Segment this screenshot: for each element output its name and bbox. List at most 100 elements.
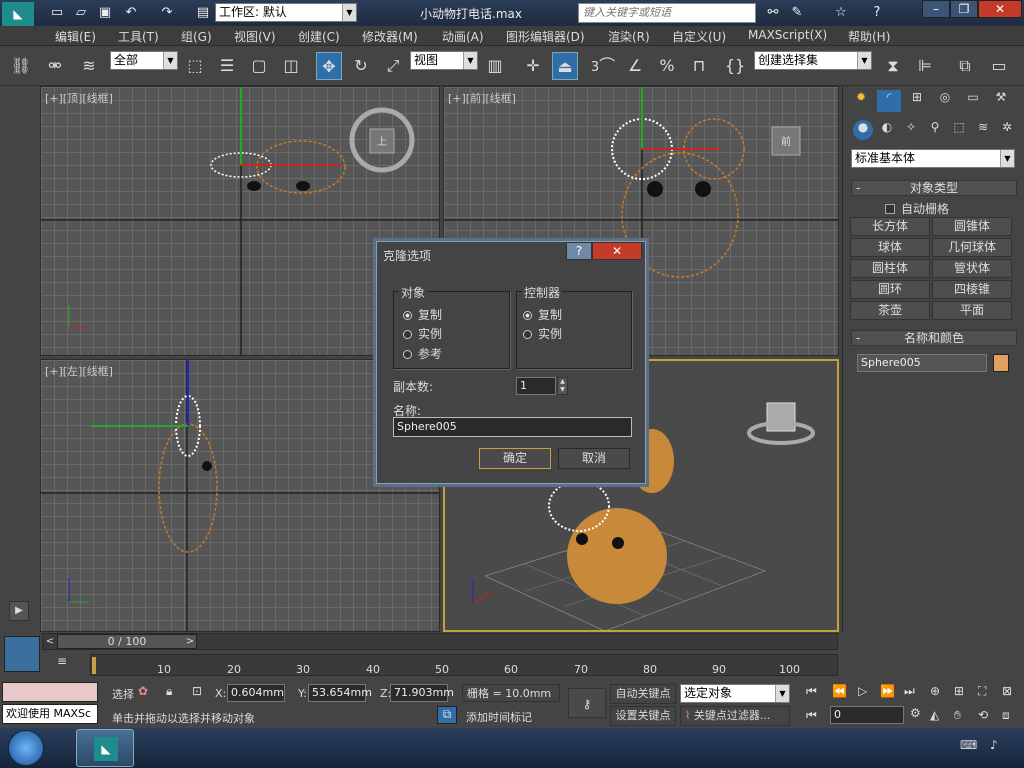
workspace-select[interactable]: 工作区: 默认 ▼ bbox=[215, 3, 357, 22]
helpers-icon[interactable]: ⬚ bbox=[949, 120, 969, 140]
selection-filter-select[interactable]: 全部 ▼ bbox=[110, 51, 178, 70]
clone-name-field[interactable]: Sphere005 bbox=[393, 417, 632, 437]
spinner-snap-icon[interactable]: ⊓ bbox=[686, 52, 712, 80]
snap-toggle-icon[interactable]: 3⌒ bbox=[590, 52, 616, 80]
binoculars-icon[interactable]: ⚯ bbox=[762, 3, 784, 23]
set-key-icon[interactable]: ⚷ bbox=[568, 688, 606, 718]
set-key-button[interactable]: 设置关键点 bbox=[610, 706, 676, 726]
viewcube-top-label[interactable]: 上 bbox=[377, 136, 387, 148]
object-instance-radio[interactable]: 实例 bbox=[403, 325, 442, 342]
isolate-selection-icon[interactable]: ✿ bbox=[138, 684, 148, 698]
track-bar[interactable]: 10 20 30 40 50 60 70 80 90 100 bbox=[90, 654, 838, 676]
select-object-icon[interactable]: ⬚ bbox=[182, 52, 208, 80]
close-window-button[interactable]: ✕ bbox=[978, 0, 1022, 18]
select-by-name-icon[interactable]: ☰ bbox=[214, 52, 240, 80]
menu-tools[interactable]: 工具(T) bbox=[118, 28, 159, 45]
time-configuration-icon[interactable]: ⚙ bbox=[910, 706, 921, 720]
undo-icon[interactable]: ↶ bbox=[120, 3, 142, 23]
orbit-icon[interactable]: ⟲ bbox=[978, 708, 988, 722]
redo-icon[interactable]: ↷ bbox=[156, 3, 178, 23]
select-manipulate-icon[interactable]: ✛ bbox=[520, 52, 546, 80]
help-icon[interactable]: ? bbox=[866, 3, 888, 23]
maxscript-mini-listener[interactable]: 欢迎使用 MAXSc bbox=[2, 704, 98, 724]
menu-animation[interactable]: 动画(A) bbox=[442, 28, 484, 45]
object-reference-radio[interactable]: 参考 bbox=[403, 345, 442, 362]
reference-coordinate-select[interactable]: 视图 ▼ bbox=[410, 51, 478, 70]
spinner-arrows-icon[interactable]: ▲ ▼ bbox=[557, 377, 568, 395]
zoom-all-icon[interactable]: ⊞ bbox=[954, 684, 964, 698]
current-frame-field[interactable]: 0 bbox=[830, 706, 904, 724]
align-icon[interactable]: ⊫ bbox=[912, 52, 938, 80]
hierarchy-tab-icon[interactable]: ⊞ bbox=[905, 90, 929, 112]
search-box[interactable]: 键入关键字或短语 bbox=[578, 3, 756, 23]
pan-view-icon[interactable]: ✋︎ bbox=[954, 708, 961, 723]
lights-icon[interactable]: ✧ bbox=[901, 120, 921, 140]
time-slider-next-icon[interactable]: > bbox=[183, 634, 197, 649]
cameras-icon[interactable]: ⚲ bbox=[925, 120, 945, 140]
create-tab-icon[interactable]: ✹ bbox=[849, 90, 873, 112]
zoom-extents-all-icon[interactable]: ⊠ bbox=[1002, 684, 1012, 698]
y-coordinate-field[interactable]: 53.654mm bbox=[308, 684, 372, 702]
shapes-icon[interactable]: ◐ bbox=[877, 120, 897, 140]
motion-tab-icon[interactable]: ◎ bbox=[933, 90, 957, 112]
pivot-center-icon[interactable]: ▥ bbox=[482, 52, 508, 80]
menu-help[interactable]: 帮助(H) bbox=[848, 28, 890, 45]
go-to-start-icon[interactable]: ⏮ bbox=[806, 684, 817, 699]
rectangular-selection-icon[interactable]: ▢ bbox=[246, 52, 272, 80]
key-filters-button[interactable]: ⌇ 关键点过滤器... bbox=[680, 706, 790, 726]
keyboard-icon[interactable]: ⌨ bbox=[960, 738, 977, 752]
menu-modifiers[interactable]: 修改器(M) bbox=[362, 28, 418, 45]
category-select[interactable]: 标准基本体 ▼ bbox=[851, 149, 1015, 168]
mirror-icon[interactable]: ⧗ bbox=[880, 52, 906, 80]
cancel-button[interactable]: 取消 bbox=[558, 448, 630, 469]
edit-named-selection-icon[interactable]: {} bbox=[722, 52, 748, 80]
graphite-ribbon-icon[interactable]: ▭ bbox=[986, 52, 1012, 80]
link-icon[interactable]: ⛓ bbox=[8, 52, 34, 80]
systems-icon[interactable]: ✲ bbox=[997, 120, 1017, 140]
favorites-icon[interactable]: ☆ bbox=[830, 3, 852, 23]
modify-tab-icon[interactable]: ◜ bbox=[877, 90, 901, 112]
absolute-mode-icon[interactable]: ⊡ bbox=[192, 684, 202, 698]
taskbar-3dsmax-icon[interactable]: ◣ bbox=[76, 729, 134, 767]
zoom-extents-icon[interactable]: ⛶ bbox=[978, 684, 986, 699]
torus-button[interactable]: 圆环 bbox=[850, 280, 930, 299]
previous-frame-icon[interactable]: ⏪ bbox=[832, 684, 847, 698]
time-slider[interactable]: < 0 / 100 > bbox=[42, 633, 838, 650]
time-tag-icon[interactable]: ⧉ bbox=[437, 706, 457, 724]
time-slider-prev-icon[interactable]: < bbox=[43, 634, 57, 649]
sphere-button[interactable]: 球体 bbox=[850, 238, 930, 257]
angle-snap-icon[interactable]: ∠ bbox=[622, 52, 648, 80]
object-type-rollout-header[interactable]: - 对象类型 bbox=[851, 180, 1017, 196]
plane-button[interactable]: 平面 bbox=[932, 301, 1012, 320]
maximize-viewport-icon[interactable]: ⧈ bbox=[1002, 708, 1010, 723]
tube-button[interactable]: 管状体 bbox=[932, 259, 1012, 278]
bind-spacewarp-icon[interactable]: ≋ bbox=[76, 52, 102, 80]
menu-edit[interactable]: 编辑(E) bbox=[55, 28, 96, 45]
teapot-button[interactable]: 茶壶 bbox=[850, 301, 930, 320]
geosphere-button[interactable]: 几何球体 bbox=[932, 238, 1012, 257]
cylinder-button[interactable]: 圆柱体 bbox=[850, 259, 930, 278]
windows-start-icon[interactable] bbox=[8, 730, 44, 766]
selection-lock-icon[interactable]: 🔒︎ bbox=[166, 684, 172, 699]
volume-icon[interactable]: ♪ bbox=[990, 738, 998, 752]
copies-spinner[interactable]: 1 bbox=[516, 377, 556, 395]
menu-views[interactable]: 视图(V) bbox=[234, 28, 276, 45]
new-file-icon[interactable]: ▭ bbox=[46, 3, 68, 23]
viewcube-front-label[interactable]: 前 bbox=[781, 135, 791, 148]
dialog-help-button[interactable]: ? bbox=[566, 242, 592, 260]
keyboard-shortcut-override-icon[interactable]: ⏏ bbox=[552, 52, 578, 80]
cone-button[interactable]: 圆锥体 bbox=[932, 217, 1012, 236]
key-mode-toggle-icon[interactable]: ⏮ bbox=[806, 708, 817, 723]
ok-button[interactable]: 确定 bbox=[479, 448, 551, 469]
add-time-tag[interactable]: 添加时间标记 bbox=[466, 709, 532, 725]
dialog-close-button[interactable]: ✕ bbox=[592, 242, 642, 260]
auto-key-button[interactable]: 自动关键点 bbox=[610, 684, 676, 704]
open-file-icon[interactable]: ▱ bbox=[70, 3, 92, 23]
go-to-end-icon[interactable]: ⏭ bbox=[904, 684, 915, 699]
object-color-swatch[interactable] bbox=[993, 354, 1009, 372]
project-folder-icon[interactable]: ▤ bbox=[192, 3, 214, 23]
mini-curve-editor-icon[interactable]: ≡ bbox=[50, 654, 74, 672]
object-name-field[interactable]: Sphere005 bbox=[857, 354, 987, 372]
layer-manager-icon[interactable]: ⧉ bbox=[952, 52, 978, 80]
minimize-button[interactable]: – bbox=[922, 0, 950, 18]
